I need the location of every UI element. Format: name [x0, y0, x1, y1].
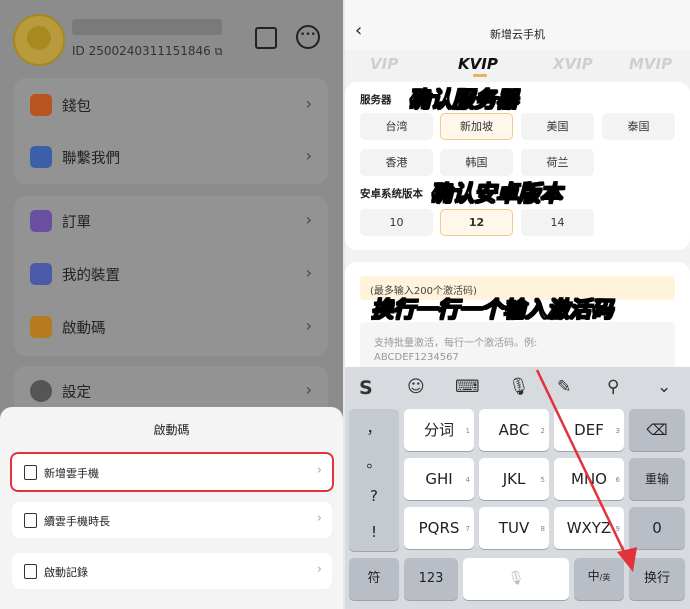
order-icon: [30, 210, 52, 232]
copy-icon[interactable]: ⧉: [215, 45, 223, 58]
sheet-item-label: 續雲手機時長: [44, 515, 110, 528]
chevron-right-icon: ›: [305, 210, 312, 229]
activation-code-icon: [30, 316, 52, 338]
username-redacted: [72, 19, 222, 35]
user-id: ID 2500240311151846 ⧉: [72, 44, 223, 58]
red-arrow-annotation: [535, 369, 637, 572]
menu-wallet[interactable]: 錢包 ›: [14, 80, 328, 132]
menu-contact-us[interactable]: 聯繫我們 ›: [14, 132, 328, 184]
menu-card-1: 錢包 › 聯繫我們 ›: [14, 78, 328, 184]
chevron-right-icon: ›: [305, 263, 312, 282]
sheet-item-label: 新增雲手機: [44, 467, 99, 480]
chat-bubbles-icon: [30, 146, 52, 168]
arrow-head: [617, 547, 637, 572]
arrow-line: [535, 369, 629, 559]
chevron-right-icon: ›: [305, 380, 312, 399]
sheet-item-renew-cloud-phone[interactable]: 續雲手機時長 ›: [12, 502, 332, 538]
chevron-right-icon: ›: [305, 94, 312, 113]
chevron-right-icon: ›: [316, 562, 322, 577]
right-screen: ‹ 新增云手机 VIP KVIP XVIP MVIP 服务器 台湾 新加坡 美国…: [345, 0, 690, 609]
menu-label: 我的裝置: [62, 268, 120, 284]
settings-icon: [30, 380, 52, 402]
scan-icon[interactable]: [255, 27, 277, 49]
avatar[interactable]: [13, 14, 65, 66]
add-phone-icon: [24, 465, 37, 480]
chevron-right-icon: ›: [316, 463, 322, 478]
menu-label: 訂單: [62, 215, 91, 231]
left-screen: ID 2500240311151846 ⧉ ••• 錢包 › 聯繫我們 › 訂單…: [0, 0, 343, 609]
chevron-right-icon: ›: [305, 146, 312, 165]
menu-label: 啟動碼: [62, 321, 106, 337]
activation-code-sheet: 啟動碼 新增雲手機 › 續雲手機時長 › 啟動記錄 ›: [0, 407, 343, 609]
menu-card-2: 訂單 › 我的裝置 › 啟動碼 ›: [14, 196, 328, 356]
menu-my-devices[interactable]: 我的裝置 ›: [14, 249, 328, 301]
chevron-right-icon: ›: [316, 511, 322, 526]
records-icon: [24, 564, 37, 579]
sheet-item-activation-records[interactable]: 啟動記錄 ›: [12, 553, 332, 589]
menu-label: 設定: [62, 385, 91, 401]
renew-phone-icon: [24, 513, 37, 528]
device-icon: [30, 263, 52, 285]
menu-activation-code[interactable]: 啟動碼 ›: [14, 302, 328, 354]
menu-label: 聯繫我們: [62, 151, 120, 167]
wallet-icon: [30, 94, 52, 116]
menu-label: 錢包: [62, 99, 91, 115]
sheet-title: 啟動碼: [153, 423, 190, 437]
message-icon[interactable]: •••: [296, 25, 320, 49]
chevron-right-icon: ›: [305, 316, 312, 335]
sheet-item-new-cloud-phone[interactable]: 新增雲手機 ›: [10, 452, 334, 492]
menu-orders[interactable]: 訂單 ›: [14, 196, 328, 248]
sheet-item-label: 啟動記錄: [44, 566, 88, 579]
